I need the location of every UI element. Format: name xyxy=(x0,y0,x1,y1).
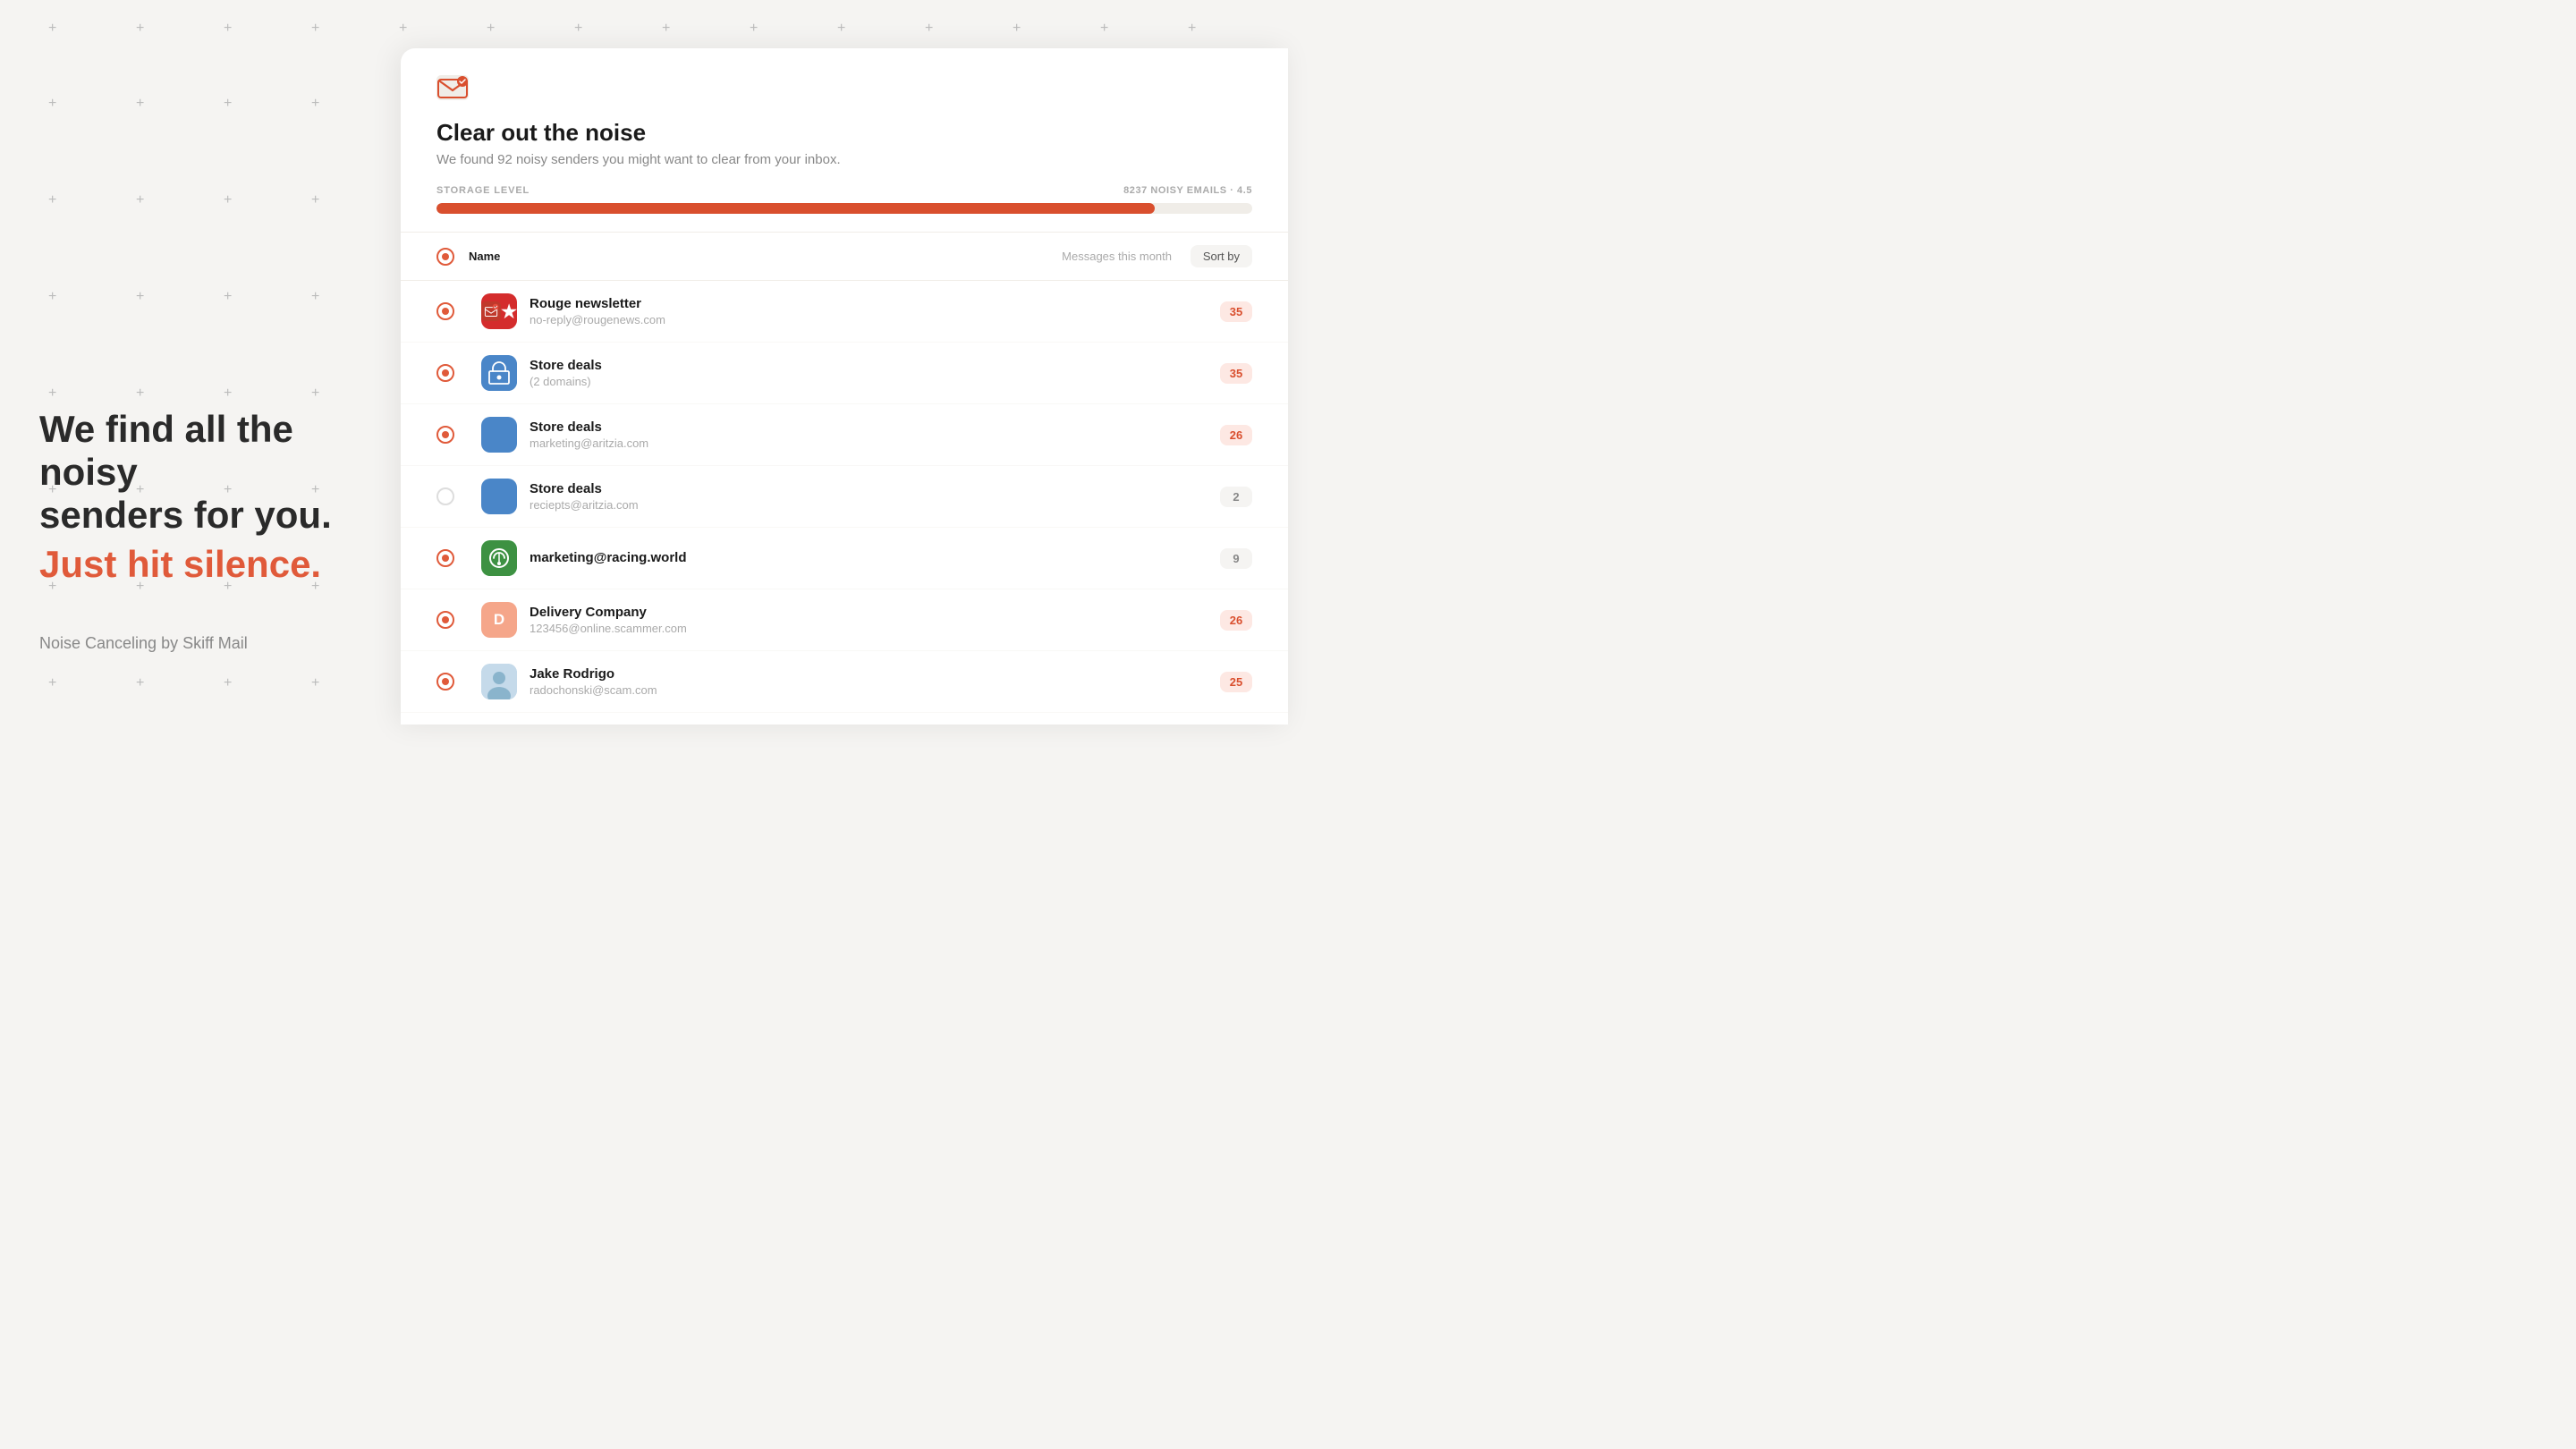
sender-name-5: marketing@racing.world xyxy=(530,550,1073,565)
sender-avatar-6: D xyxy=(481,602,517,638)
card-subtitle: We found 92 noisy senders you might want… xyxy=(436,152,1252,167)
hero-accent: Just hit silence. xyxy=(39,543,361,586)
sender-email-3: marketing@aritzia.com xyxy=(530,436,1073,450)
mail-icon xyxy=(436,75,469,100)
left-panel: We find all the noisy senders for you. J… xyxy=(0,0,401,724)
sender-name-1: Rouge newsletter xyxy=(530,296,1073,311)
sender-email-1: no-reply@rougenews.com xyxy=(530,313,1073,326)
row-radio-2[interactable] xyxy=(436,364,454,382)
sender-avatar-3 xyxy=(481,417,517,453)
sender-name-7: Jake Rodrigo xyxy=(530,666,1073,682)
sender-email-4: reciepts@aritzia.com xyxy=(530,498,1073,512)
row-radio-4[interactable] xyxy=(436,487,454,505)
sender-info-5: marketing@racing.world xyxy=(530,550,1073,567)
count-badge-4: 2 xyxy=(1220,487,1252,507)
table-row: Store deals (2 domains) 35 xyxy=(401,343,1288,404)
select-all-radio[interactable] xyxy=(436,248,454,266)
count-badge-1: 35 xyxy=(1220,301,1252,322)
storage-label: STORAGE LEVEL xyxy=(436,185,530,196)
sender-info-3: Store deals marketing@aritzia.com xyxy=(530,419,1073,450)
sender-avatar-1 xyxy=(481,293,517,329)
hero-text-block: We find all the noisy senders for you. J… xyxy=(39,408,361,591)
sender-avatar-4 xyxy=(481,479,517,514)
count-badge-3: 26 xyxy=(1220,425,1252,445)
sender-info-4: Store deals reciepts@aritzia.com xyxy=(530,481,1073,512)
sender-name-2: Store deals xyxy=(530,358,1073,373)
sender-info-7: Jake Rodrigo radochonski@scam.com xyxy=(530,666,1073,697)
col-messages-header: Messages this month xyxy=(1062,250,1172,263)
table-header: Name Messages this month Sort by xyxy=(401,233,1288,281)
table-row: Store deals marketing@aritzia.com 26 xyxy=(401,404,1288,466)
storage-bar-fill xyxy=(436,203,1155,214)
row-radio-5[interactable] xyxy=(436,549,454,567)
message-count-1: 35 xyxy=(1073,301,1252,322)
row-radio-1[interactable] xyxy=(436,302,454,320)
storage-section: STORAGE LEVEL 8237 NOISY EMAILS · 4.5 xyxy=(401,185,1288,232)
sender-name-3: Store deals xyxy=(530,419,1073,435)
row-radio-6[interactable] xyxy=(436,611,454,629)
sender-name-6: Delivery Company xyxy=(530,605,1073,620)
sender-avatar-7 xyxy=(481,664,517,699)
senders-table[interactable]: Name Messages this month Sort by xyxy=(401,233,1288,724)
message-count-7: 25 xyxy=(1073,672,1252,692)
table-row: Store deals reciepts@aritzia.com 2 xyxy=(401,466,1288,528)
card-header: Clear out the noise We found 92 noisy se… xyxy=(401,48,1288,185)
sender-email-6: 123456@online.scammer.com xyxy=(530,622,1073,635)
row-radio-3[interactable] xyxy=(436,426,454,444)
row-radio-7[interactable] xyxy=(436,673,454,691)
count-badge-7: 25 xyxy=(1220,672,1252,692)
table-row: R Ryan the Consultant bestconsulting@gma… xyxy=(401,713,1288,724)
message-count-5: 9 xyxy=(1073,548,1252,569)
table-row: Jake Rodrigo radochonski@scam.com 25 xyxy=(401,651,1288,713)
main-card: Clear out the noise We found 92 noisy se… xyxy=(401,48,1288,724)
table-row: Rouge newsletter no-reply@rougenews.com … xyxy=(401,281,1288,343)
message-count-2: 35 xyxy=(1073,363,1252,384)
count-badge-6: 26 xyxy=(1220,610,1252,631)
sort-button[interactable]: Sort by xyxy=(1191,245,1252,267)
sender-email-2: (2 domains) xyxy=(530,375,1073,388)
storage-bar-background xyxy=(436,203,1252,214)
sender-email-7: radochonski@scam.com xyxy=(530,683,1073,697)
table-row: D Delivery Company 123456@online.scammer… xyxy=(401,589,1288,651)
sender-avatar-2 xyxy=(481,355,517,391)
hero-line1: We find all the noisy senders for you. xyxy=(39,408,361,538)
message-count-3: 26 xyxy=(1073,425,1252,445)
message-count-4: 2 xyxy=(1073,487,1252,507)
col-name-header: Name xyxy=(469,250,500,263)
sender-name-4: Store deals xyxy=(530,481,1073,496)
card-title: Clear out the noise xyxy=(436,119,1252,147)
table-row: marketing@racing.world 9 xyxy=(401,528,1288,589)
sender-info-1: Rouge newsletter no-reply@rougenews.com xyxy=(530,296,1073,326)
count-badge-2: 35 xyxy=(1220,363,1252,384)
sender-avatar-5 xyxy=(481,540,517,576)
sender-info-2: Store deals (2 domains) xyxy=(530,358,1073,388)
brand-tagline: Noise Canceling by Skiff Mail xyxy=(39,634,361,653)
message-count-6: 26 xyxy=(1073,610,1252,631)
storage-stats: 8237 NOISY EMAILS · 4.5 xyxy=(1123,185,1252,196)
count-badge-5: 9 xyxy=(1220,548,1252,569)
sender-info-6: Delivery Company 123456@online.scammer.c… xyxy=(530,605,1073,635)
